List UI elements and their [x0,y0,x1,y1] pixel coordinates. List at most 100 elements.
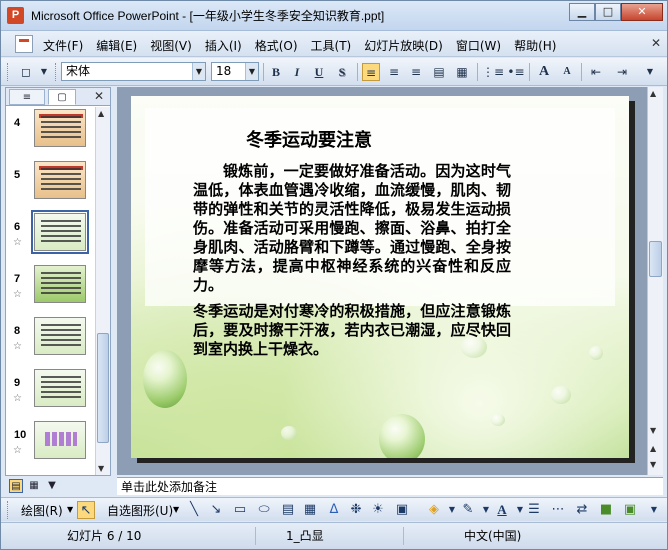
current-slide[interactable]: 冬季运动要注意 锻炼前，一定要做好准备活动。因为这时气温低，体表血管遇冷收缩，血… [131,96,629,458]
menu-insert[interactable]: 插入(I) [205,37,242,54]
select-pointer-icon[interactable]: ↖ [77,501,95,519]
picture-icon[interactable]: ▣ [393,501,411,519]
toolbar-grip[interactable] [7,63,10,81]
chevron-down-icon[interactable]: ▼ [67,505,73,514]
scroll-down-icon[interactable]: ▼ [650,426,656,435]
wordart-icon[interactable]: ᐃ [325,501,343,519]
font-size-select[interactable]: 18 ▼ [211,62,259,81]
rectangle-icon[interactable]: ▭ [231,501,249,519]
slide-title[interactable]: 冬季运动要注意 [246,126,372,152]
menu-format[interactable]: 格式(O) [255,37,298,54]
distribute-text-icon[interactable]: ▤ [430,63,448,81]
shrink-font-button[interactable]: A [558,63,576,81]
slide-thumbnail[interactable]: 8 ☆ [6,315,94,365]
close-window-button[interactable]: ✕ [621,3,663,21]
close-document-button[interactable]: ✕ [651,36,661,50]
scrollbar-thumb[interactable] [649,241,662,277]
scroll-up-icon[interactable]: ▲ [98,109,104,118]
tab-outline[interactable]: ≡ [9,89,45,105]
slideshow-button[interactable]: ▼ [45,479,59,493]
slides-pane: ≡ ▢ ✕ 4 5 6 ☆ 7 ☆ 8 ☆ 9 ☆ 10 ☆ ▲ ▼ [5,87,111,476]
slide-preview[interactable] [34,369,86,407]
shadow-style-icon[interactable]: ■ [597,501,615,519]
menu-slideshow[interactable]: 幻灯片放映(D) [364,37,443,54]
dash-style-icon[interactable]: ⋯ [549,501,567,519]
slide-preview[interactable] [34,317,86,355]
arrow-style-icon[interactable]: ⇄ [573,501,591,519]
title-bar[interactable]: P Microsoft Office PowerPoint - [一年级小学生冬… [1,1,667,31]
menu-view[interactable]: 视图(V) [150,37,192,54]
slides-pane-scrollbar[interactable]: ▲ ▼ [95,107,110,475]
menu-file[interactable]: 文件(F) [43,37,83,54]
clip-art-icon[interactable]: ☀ [369,501,387,519]
minimize-button[interactable]: ▁ [569,3,595,21]
slide-thumbnail[interactable]: 10 ☆ [6,419,94,469]
powerpoint-app-icon[interactable]: P [7,7,24,24]
column-text-icon[interactable]: ▦ [453,63,471,81]
italic-button[interactable]: I [288,63,306,81]
grow-font-button[interactable]: A [535,63,553,81]
toolbar-options-icon[interactable]: ▼ [35,63,53,81]
slide-preview[interactable] [34,161,86,199]
toolbar-options-icon[interactable]: ▼ [641,63,659,81]
align-left-button[interactable]: ≡ [362,63,380,81]
close-pane-button[interactable]: ✕ [94,89,104,103]
chevron-down-icon[interactable]: ▼ [173,505,179,514]
bold-button[interactable]: B [267,63,285,81]
restore-button[interactable]: □ [595,3,621,21]
document-icon[interactable] [15,35,33,53]
decrease-indent-icon[interactable]: ⇤ [587,63,605,81]
text-shadow-button[interactable]: S [333,63,351,81]
bulleted-list-icon[interactable]: •≡ [507,63,525,81]
toolbar-grip[interactable] [55,63,58,81]
line-style-icon[interactable]: ☰ [525,501,543,519]
textbox-icon[interactable]: ▤ [279,501,297,519]
autoshapes-button[interactable]: 自选图形(U) [107,502,173,519]
slide-preview[interactable] [34,421,86,459]
diagram-icon[interactable]: ❉ [347,501,365,519]
new-slide-icon[interactable]: ◻ [17,63,35,81]
scroll-down-icon[interactable]: ▼ [98,464,104,473]
scrollbar-thumb[interactable] [97,333,109,443]
arrow-icon[interactable]: ↘ [207,501,225,519]
font-color-icon[interactable]: A [493,501,511,519]
menu-tools[interactable]: 工具(T) [311,37,352,54]
slide-scrollbar[interactable]: ▲ ▼ ▲ ▼ [647,87,663,475]
align-right-button[interactable]: ≡ [407,63,425,81]
menu-help[interactable]: 帮助(H) [514,37,556,54]
line-icon[interactable]: ╲ [185,501,203,519]
vertical-textbox-icon[interactable]: ▦ [301,501,319,519]
increase-indent-icon[interactable]: ⇥ [613,63,631,81]
slide-thumbnail[interactable]: 5 [6,159,94,209]
toolbar-options-icon[interactable]: ▼ [645,501,663,519]
slide-preview[interactable] [31,210,89,254]
menu-window[interactable]: 窗口(W) [456,37,501,54]
scroll-up-icon[interactable]: ▲ [650,89,656,98]
slide-preview[interactable] [34,109,86,147]
font-name-select[interactable]: 宋体 ▼ [61,62,206,81]
slide-thumbnail[interactable]: 4 [6,107,94,157]
next-slide-icon[interactable]: ▼ [650,460,656,469]
fill-color-icon[interactable]: ◈ [425,501,443,519]
draw-menu-button[interactable]: 绘图(R) [21,502,63,519]
normal-view-button[interactable]: ▤ [9,479,23,493]
slide-thumbnail[interactable]: 9 ☆ [6,367,94,417]
menu-edit[interactable]: 编辑(E) [96,37,137,54]
toolbar-grip[interactable] [7,501,10,519]
previous-slide-icon[interactable]: ▲ [650,444,656,453]
notes-pane[interactable]: 单击此处添加备注 [117,477,663,495]
3d-style-icon[interactable]: ▣ [621,501,639,519]
oval-icon[interactable]: ⬭ [255,501,273,519]
slide-body-text[interactable]: 锻炼前，一定要做好准备活动。因为这时气温低，体表血管遇冷收缩，血流缓慢，肌肉、韧… [193,162,511,366]
slide-thumbnail[interactable]: 7 ☆ [6,263,94,313]
chevron-down-icon[interactable]: ▼ [192,63,205,80]
tab-slides[interactable]: ▢ [48,89,76,105]
chevron-down-icon[interactable]: ▼ [245,63,258,80]
underline-button[interactable]: U [310,63,328,81]
numbered-list-icon[interactable]: ⋮≡ [482,63,504,81]
slide-sorter-button[interactable]: ▦ [27,479,41,493]
slide-preview[interactable] [34,265,86,303]
line-color-icon[interactable]: ✎ [459,501,477,519]
slide-thumbnail[interactable]: 6 ☆ [6,210,94,261]
align-center-button[interactable]: ≡ [385,63,403,81]
